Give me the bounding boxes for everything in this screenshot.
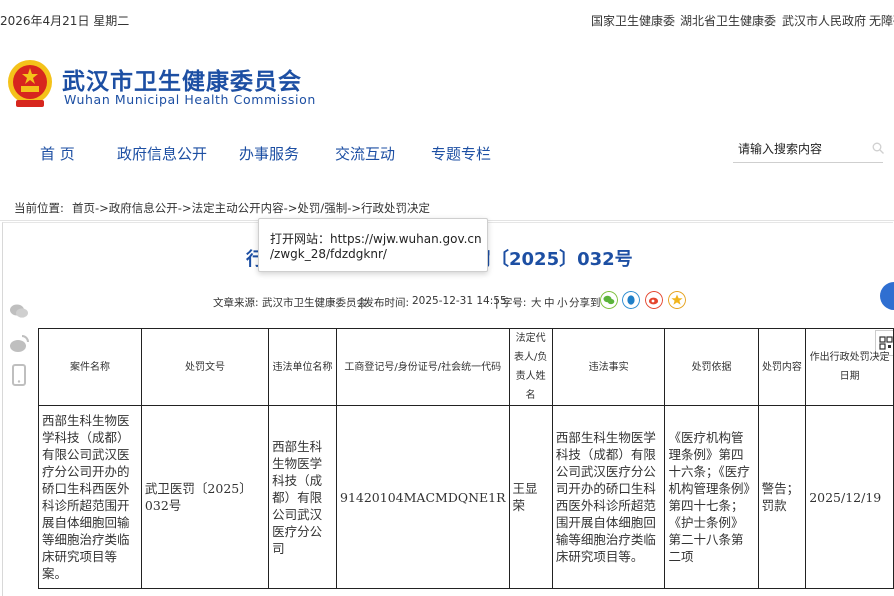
meta-source-label: 文章来源: (213, 297, 259, 309)
header-unit-name: 违法单位名称 (268, 328, 337, 406)
header-violation-facts: 违法事实 (551, 328, 666, 406)
breadcrumb-label: 当前位置: (14, 201, 64, 215)
font-size-small[interactable]: 小 (557, 295, 568, 310)
header-registration-code: 工商登记号/身份证号/社会统一代码 (336, 328, 510, 406)
header-decision-date: 作出行政处罚决定日期 (805, 328, 894, 406)
tooltip-line-1: 打开网站：https://wjw.wuhan.gov.cn (270, 232, 482, 246)
penalty-table: 案件名称 处罚文号 违法单位名称 工商登记号/身份证号/社会统一代码 法定代表人… (38, 328, 894, 589)
link-hubei-health-commission[interactable]: 湖北省卫生健康委 (680, 12, 776, 29)
meta-share-label: 分享到 (569, 297, 601, 309)
tooltip-line-2: /zwgk_28/fdzdgknr/ (270, 247, 387, 261)
share-qq-icon[interactable] (622, 291, 640, 309)
header-penalty-basis: 处罚依据 (664, 328, 759, 406)
search-placeholder: 请输入搜索内容 (738, 142, 823, 156)
wechat-icon[interactable] (8, 300, 30, 322)
cell-unit-name: 西部生科生物医学科技（成都）有限公司武汉医疗分公司 (268, 405, 337, 589)
nav-home[interactable]: 首 页 (40, 143, 75, 164)
font-size-medium[interactable]: 中 (544, 295, 555, 310)
search-icon[interactable] (872, 142, 884, 154)
share-weibo-icon[interactable] (645, 291, 663, 309)
weibo-icon[interactable] (8, 333, 30, 355)
meta-size-label: | 字号: (495, 297, 527, 309)
meta-source: 武汉市卫生健康委员会 (262, 297, 367, 309)
meta-time-label: |发布时间: (360, 297, 410, 309)
breadcrumb-path[interactable]: 首页->政府信息公开->法定主动公开内容->处罚/强制->行政处罚决定 (72, 200, 430, 216)
current-date: 2026年4月21日 星期二 (0, 14, 130, 28)
header-penalty-number: 处罚文号 (140, 328, 270, 406)
site-logo-title[interactable]: 武汉市卫生健康委员会 (62, 62, 302, 96)
nav-services[interactable]: 办事服务 (239, 143, 299, 164)
link-accessibility[interactable]: 无障碍 (869, 12, 894, 29)
link-wuhan-government[interactable]: 武汉市人民政府 (782, 12, 866, 29)
header-penalty-content: 处罚内容 (757, 328, 807, 406)
mobile-icon[interactable] (8, 364, 30, 386)
font-size-large[interactable]: 大 (531, 295, 542, 310)
link-national-health-commission[interactable]: 国家卫生健康委 (591, 12, 675, 29)
header-case-name: 案件名称 (38, 328, 142, 406)
cell-registration-code: 91420104MACMDQNE1R (336, 405, 510, 589)
national-emblem-icon (8, 60, 52, 107)
nav-special-topics[interactable]: 专题专栏 (431, 143, 491, 164)
share-qzone-icon[interactable] (668, 291, 686, 309)
table-header-row: 案件名称 处罚文号 违法单位名称 工商登记号/身份证号/社会统一代码 法定代表人… (38, 328, 894, 406)
cell-violation-facts: 西部生科生物医学科技（成都）有限公司武汉医疗分公司开办的硚口生科西医外科诊所超范… (551, 405, 666, 589)
cell-decision-date: 2025/12/19 (805, 405, 894, 589)
nav-interaction[interactable]: 交流互动 (335, 143, 395, 164)
table-row: 西部生科生物医学科技（成都）有限公司武汉医疗分公司开办的硚口生科西医外科诊所超范… (38, 405, 894, 589)
meta-time: 2025-12-31 14:55 (412, 295, 507, 307)
site-logo-subtitle: Wuhan Municipal Health Commission (64, 92, 316, 107)
header-legal-representative: 法定代表人/负责人姓名 (508, 328, 553, 406)
cell-legal-representative: 王显荣 (508, 405, 553, 589)
cell-case-name: 西部生科生物医学科技（成都）有限公司武汉医疗分公司开办的硚口生科西医外科诊所超范… (38, 405, 142, 589)
cell-penalty-number: 武卫医罚〔2025〕032号 (140, 405, 270, 589)
share-wechat-icon[interactable] (600, 291, 618, 309)
cell-penalty-basis: 《医疗机构管理条例》第四十六条；《医疗机构管理条例》第四十七条；《护士条例》第二… (664, 405, 759, 589)
nav-government-info[interactable]: 政府信息公开 (117, 143, 207, 164)
cell-penalty-content: 警告；罚款 (757, 405, 807, 589)
